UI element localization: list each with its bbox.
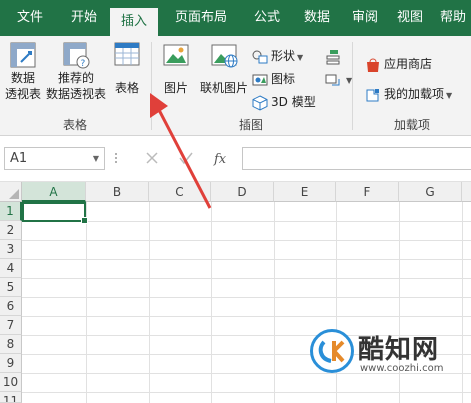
tab-review[interactable]: 审阅 [342,0,388,36]
watermark: 酷知网 www.coozhi.com [310,325,470,385]
column-header[interactable]: C [149,182,211,202]
column-header[interactable]: A [22,182,86,202]
screenshot-icon [325,74,340,85]
my-addins-button[interactable]: 我的加载项 ▼ [365,84,452,104]
picture-label: 图片 [163,81,188,95]
enter-check-icon[interactable] [179,152,193,165]
smartart-button[interactable] [325,46,344,66]
chevron-down-icon: ▼ [297,53,304,62]
formula-controls: fx [110,147,237,170]
gridline [22,278,471,279]
recommended-pivot-label-2: 数据透视表 [45,87,106,101]
my-addins-icon [366,88,379,101]
coozhi-logo-icon [310,329,354,373]
column-header[interactable]: G [399,182,462,202]
row-header[interactable]: 9 [0,354,22,373]
tab-formulas[interactable]: 公式 [242,0,292,36]
table-button-label: 表格 [114,81,139,95]
shapes-button[interactable]: 形状 ▼ [252,46,303,66]
chevron-down-icon: ▼ [92,154,99,163]
tab-insert[interactable]: 插入 [110,8,158,36]
active-cell-a1[interactable] [22,202,88,224]
icons-icon [252,74,268,85]
online-picture-button[interactable]: 联机图片 [196,40,252,112]
chevron-down-icon: ▼ [446,91,453,100]
icons-label: 图标 [271,72,296,86]
gridline [22,297,471,298]
row-header[interactable]: 8 [0,335,22,354]
store-label: 应用商店 [384,57,433,71]
picture-icon [161,40,191,73]
pivot-table-label-1: 数据 [10,71,35,85]
addins-group-label: 加载项 [393,118,430,132]
row-header[interactable]: 3 [0,240,22,259]
pivot-table-button[interactable]: 数据 透视表 [2,40,44,112]
row-header[interactable]: 10 [0,373,22,392]
store-button[interactable]: 应用商店 [365,54,432,74]
online-picture-icon [209,40,239,73]
gridline [22,221,471,222]
name-box[interactable]: A1 ▼ [4,147,105,170]
tab-help[interactable]: 帮助 [432,0,471,36]
row-header[interactable]: 4 [0,259,22,278]
name-box-value: A1 [10,151,28,166]
screenshot-button[interactable]: ▼ [325,69,352,89]
gridline [22,259,471,260]
watermark-title: 酷知网 [358,335,440,365]
smartart-icon [326,49,340,64]
illustrations-group-label: 插图 [238,118,263,132]
column-header[interactable]: F [336,182,399,202]
row-header[interactable]: 6 [0,297,22,316]
recommended-pivot-icon: ? [61,40,91,73]
tab-file[interactable]: 文件 [2,0,58,36]
tab-data[interactable]: 数据 [292,0,342,36]
my-addins-label: 我的加载项 [384,87,445,101]
shapes-icon [252,50,268,63]
recommended-pivot-label-1: 推荐的 [57,71,94,85]
gridline [22,316,471,317]
tables-group-label: 表格 [62,118,87,132]
column-header[interactable]: B [86,182,149,202]
online-picture-label: 联机图片 [199,81,248,95]
row-header[interactable]: 5 [0,278,22,297]
row-header[interactable]: 7 [0,316,22,335]
column-header[interactable]: E [274,182,336,202]
tab-page-layout[interactable]: 页面布局 [160,0,242,36]
recommended-pivot-button[interactable]: ? 推荐的 数据透视表 [44,40,108,112]
pivot-table-icon [8,40,38,73]
ribbon-insert-panel: 数据 透视表 ? 推荐的 数据透视表 表格 表格 图片 联机图片 形状 ▼ 图标… [0,36,471,136]
picture-button[interactable]: 图片 [158,40,194,112]
icons-button[interactable]: 图标 [252,69,295,89]
insert-function-icon[interactable]: fx [213,152,227,167]
cube-icon [252,94,268,111]
shapes-label: 形状 [271,49,296,63]
row-header[interactable]: 2 [0,221,22,240]
store-icon [367,58,379,72]
tab-view[interactable]: 视图 [388,0,432,36]
cancel-icon[interactable] [146,152,158,164]
pivot-table-label-2: 透视表 [4,87,41,101]
table-icon [112,40,142,73]
formula-bar: A1 ▼ fx [0,136,471,182]
formula-input[interactable] [242,147,471,170]
3d-models-label: 3D 模型 [271,95,316,109]
column-header-partial [462,182,471,202]
row-header[interactable]: 1 [0,202,22,221]
gridline [22,392,471,393]
select-all-corner[interactable] [0,182,22,202]
watermark-url: www.coozhi.com [360,363,444,374]
3d-models-button[interactable]: 3D 模型 [252,92,316,112]
column-header[interactable]: D [211,182,274,202]
ribbon-tab-bar: 文件 开始 插入 页面布局 公式 数据 审阅 视图 帮助 [0,0,471,36]
table-button[interactable]: 表格 [110,40,144,112]
row-header[interactable]: 11 [0,392,22,403]
gridline [22,240,471,241]
tab-home[interactable]: 开始 [58,0,110,36]
svg-text:fx: fx [213,152,227,167]
svg-text:?: ? [81,59,86,69]
